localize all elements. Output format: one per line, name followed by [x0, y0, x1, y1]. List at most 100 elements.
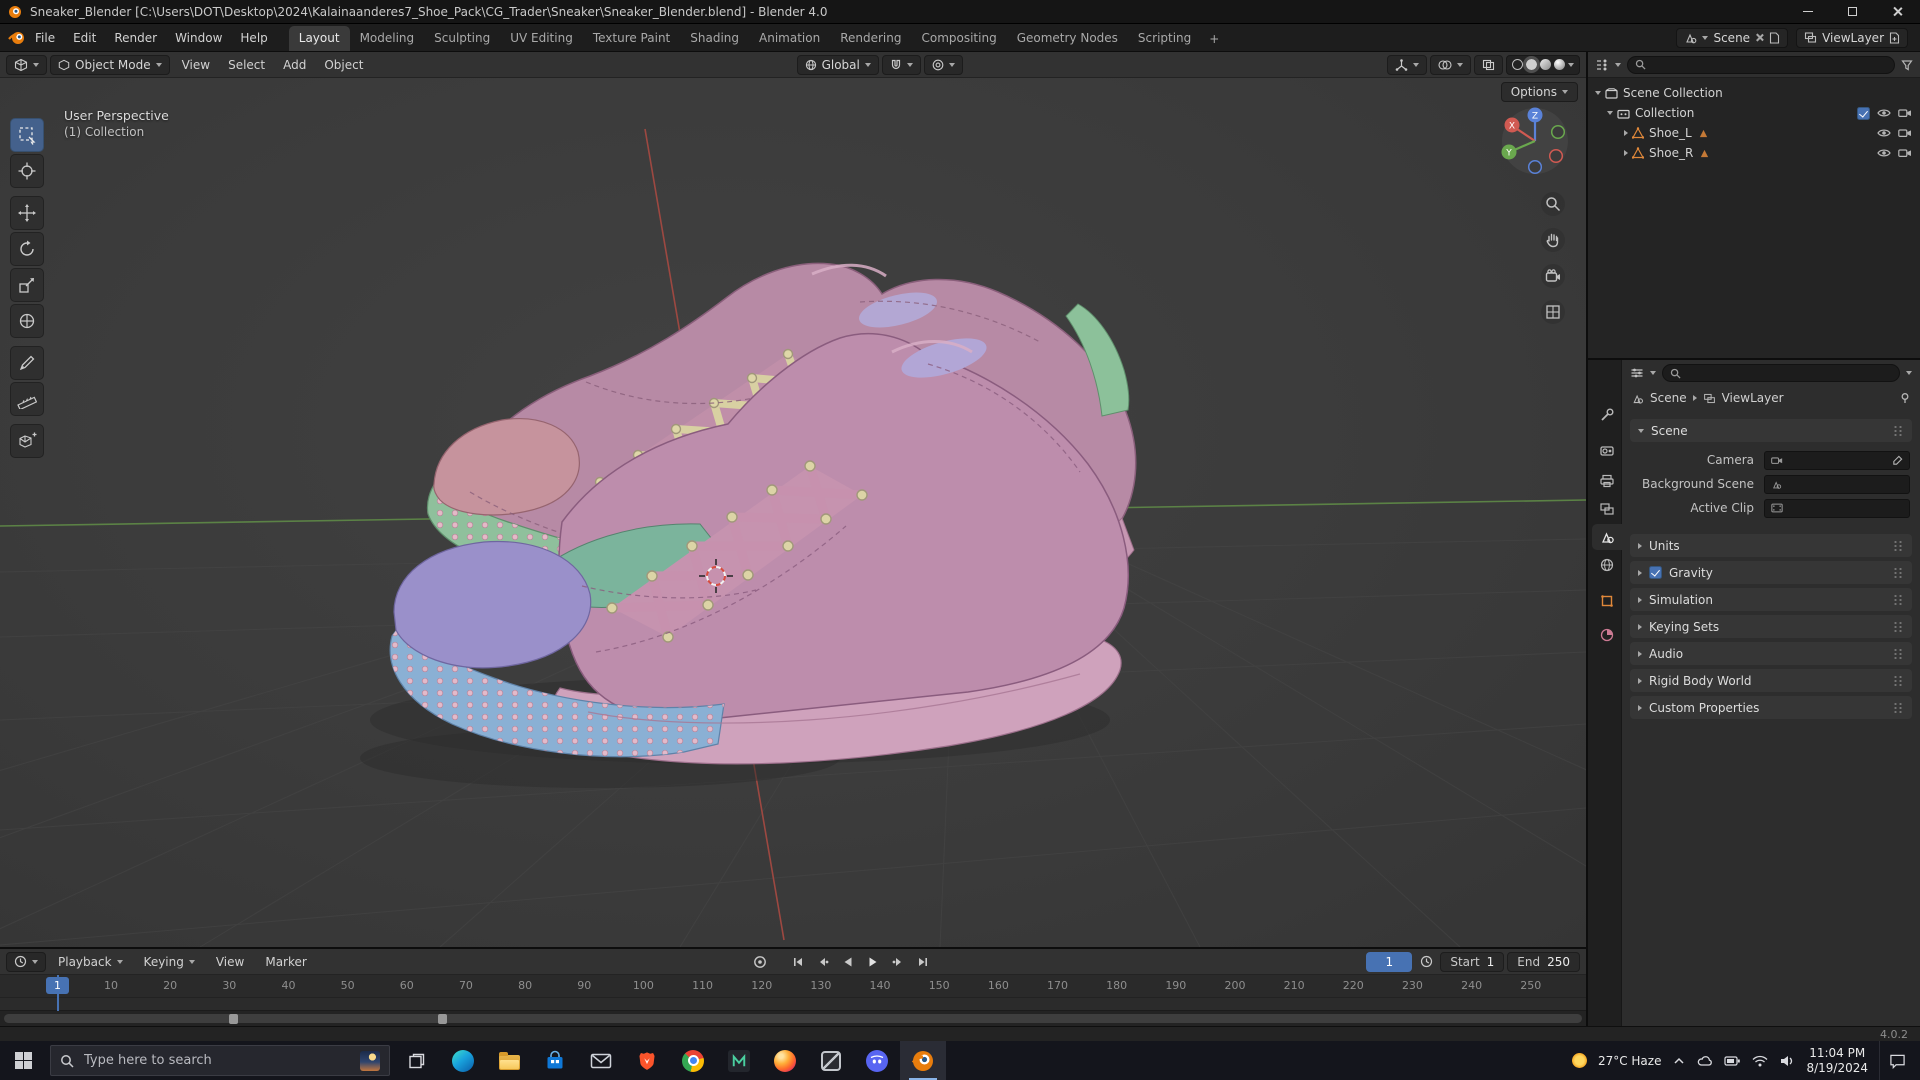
properties-tab-tool[interactable] [1592, 402, 1622, 428]
properties-tab-material[interactable] [1592, 622, 1622, 648]
add-cube-tool[interactable] [10, 424, 44, 458]
gizmo-x-neg-axis[interactable] [1548, 148, 1564, 164]
workspace-tab-animation[interactable]: Animation [749, 26, 830, 51]
taskbar-app-mail[interactable] [578, 1041, 624, 1080]
panel-keying-sets[interactable]: Keying Sets [1630, 615, 1912, 638]
taskbar-app-chrome[interactable] [670, 1041, 716, 1080]
drag-handle-icon[interactable] [1893, 539, 1904, 552]
drag-handle-icon[interactable] [1893, 566, 1904, 579]
search-highlight-graphic[interactable] [360, 1050, 380, 1071]
outliner-row-collection[interactable]: Collection [1588, 103, 1920, 123]
transform-orientation-select[interactable]: Global [796, 54, 879, 75]
properties-tab-world[interactable] [1592, 552, 1622, 578]
play-reverse-button[interactable] [837, 952, 859, 972]
move-tool[interactable] [10, 196, 44, 230]
xray-toggle[interactable] [1474, 54, 1503, 75]
workspace-tab-modeling[interactable]: Modeling [350, 26, 425, 51]
shading-rendered-button[interactable] [1554, 59, 1565, 70]
eyedropper-icon[interactable] [1892, 455, 1903, 466]
drag-handle-icon[interactable] [1893, 674, 1904, 687]
timeline-ruler[interactable]: 10 20 30 40 50 60 70 80 90 100 110 120 130 140 150 160 1… [0, 975, 1586, 998]
outliner-row-shoe-r[interactable]: Shoe_R [1588, 143, 1920, 163]
outliner-search-input[interactable] [1627, 55, 1895, 74]
workspace-tab-rendering[interactable]: Rendering [830, 26, 911, 51]
volume-icon[interactable] [1779, 1054, 1795, 1068]
properties-tab-output[interactable] [1592, 468, 1622, 494]
drag-handle-icon[interactable] [1893, 701, 1904, 714]
show-overlays-button[interactable] [1430, 54, 1471, 75]
workspace-tab-geometry-nodes[interactable]: Geometry Nodes [1007, 26, 1128, 51]
options-button[interactable]: Options [1500, 82, 1578, 102]
taskbar-clock[interactable]: 11:04 PM 8/19/2024 [1806, 1046, 1868, 1076]
windows-start-button[interactable] [0, 1041, 46, 1080]
timeline-menu-marker[interactable]: Marker [256, 952, 315, 972]
minimize-button[interactable] [1785, 0, 1830, 23]
menu-item[interactable]: File [26, 28, 64, 48]
weather-icon[interactable] [1571, 1053, 1587, 1068]
eye-visibility-icon[interactable] [1877, 108, 1891, 118]
cursor-tool[interactable] [10, 154, 44, 188]
panel-rigid-body-world[interactable]: Rigid Body World [1630, 669, 1912, 692]
playhead-frame-badge[interactable]: 1 [46, 977, 69, 994]
properties-tab-view-layer[interactable] [1592, 496, 1622, 522]
viewport-menu-item[interactable]: Select [219, 55, 274, 75]
pan-hand-button[interactable] [1541, 228, 1565, 252]
orthographic-toggle-button[interactable] [1541, 300, 1565, 324]
timeline-menu-keying[interactable]: Keying [135, 952, 204, 972]
frame-start-field[interactable]: Start 1 [1440, 951, 1505, 972]
menu-item[interactable]: Render [105, 28, 166, 48]
workspace-tab-texture-paint[interactable]: Texture Paint [583, 26, 680, 51]
shading-material-button[interactable] [1540, 59, 1551, 70]
taskbar-app-blender[interactable] [900, 1041, 946, 1080]
play-button[interactable] [862, 952, 884, 972]
battery-icon[interactable] [1724, 1053, 1741, 1069]
proportional-editing-button[interactable] [923, 54, 963, 75]
properties-tab-scene[interactable] [1592, 524, 1622, 550]
new-view-layer-icon[interactable] [1889, 31, 1900, 44]
timeline-editor-type-button[interactable] [6, 951, 46, 972]
camera-render-icon[interactable] [1898, 108, 1912, 118]
scene-selector[interactable]: Scene [1676, 27, 1789, 48]
scrollbar-handle[interactable] [438, 1013, 447, 1024]
hidden-icons-chevron[interactable] [1672, 1054, 1686, 1068]
panel-simulation[interactable]: Simulation [1630, 588, 1912, 611]
preview-range-toggle[interactable] [1415, 952, 1437, 972]
gizmo-y-neg-axis[interactable] [1550, 124, 1566, 140]
pin-icon[interactable] [1899, 392, 1911, 404]
properties-tab-render[interactable] [1592, 438, 1622, 464]
camera-field[interactable] [1764, 450, 1910, 470]
editor-type-button[interactable] [6, 54, 47, 75]
viewport-menu-item[interactable]: Add [274, 55, 315, 75]
panel-audio[interactable]: Audio [1630, 642, 1912, 665]
scale-tool[interactable] [10, 268, 44, 302]
properties-editor-icon[interactable] [1630, 367, 1644, 379]
workspace-tab-sculpting[interactable]: Sculpting [424, 26, 500, 51]
task-view-button[interactable] [394, 1041, 440, 1080]
transform-tool[interactable] [10, 304, 44, 338]
expand-icon[interactable] [1624, 150, 1628, 156]
workspace-tab-layout[interactable]: Layout [288, 26, 350, 51]
workspace-tab-scripting[interactable]: Scripting [1128, 26, 1201, 51]
properties-search-input[interactable] [1662, 364, 1900, 382]
shading-solid-button[interactable] [1523, 56, 1540, 73]
notification-center-button[interactable] [1879, 1041, 1914, 1080]
breadcrumb-scene[interactable]: Scene [1650, 391, 1687, 405]
background-scene-field[interactable] [1764, 474, 1910, 494]
taskbar-app-brave[interactable] [624, 1041, 670, 1080]
show-gizmo-button[interactable] [1387, 54, 1427, 75]
shading-wireframe-button[interactable] [1512, 59, 1523, 70]
outliner-row-shoe-l[interactable]: Shoe_L [1588, 123, 1920, 143]
viewport-menu-item[interactable]: View [173, 55, 219, 75]
wifi-icon[interactable] [1752, 1054, 1768, 1068]
menu-item[interactable]: Help [231, 28, 276, 48]
navigation-gizmo[interactable]: Z X Y [1500, 106, 1570, 176]
taskbar-app-firefox[interactable] [762, 1041, 808, 1080]
weather-label[interactable]: 27°C Haze [1598, 1054, 1662, 1068]
panel-gravity[interactable]: Gravity [1630, 561, 1912, 584]
auto-keying-button[interactable] [749, 952, 771, 972]
scrollbar-handle[interactable] [229, 1013, 238, 1024]
drag-handle-icon[interactable] [1893, 593, 1904, 606]
taskbar-search-box[interactable] [50, 1045, 390, 1076]
panel-units[interactable]: Units [1630, 534, 1912, 557]
drag-handle-icon[interactable] [1893, 647, 1904, 660]
